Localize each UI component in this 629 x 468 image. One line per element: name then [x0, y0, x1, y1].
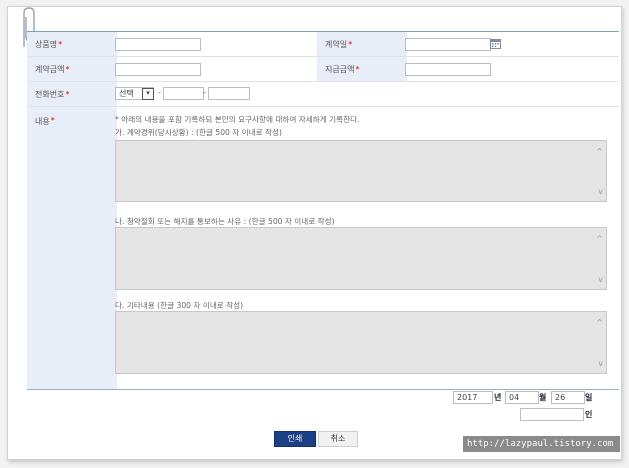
section-c-textarea[interactable]: ^ v	[115, 311, 607, 374]
phone-separator-1: -	[158, 88, 161, 97]
calendar-icon[interactable]	[490, 38, 501, 49]
phone-area-select[interactable]: 선택 ▾	[115, 87, 154, 100]
payment-amount-input[interactable]	[405, 63, 491, 76]
section-a-title: 가. 계약경위(당시상황) : (한글 500 자 이내로 작성)	[115, 128, 282, 137]
day-input[interactable]: 26	[551, 391, 585, 404]
content-instruction: * 아래의 내용을 포함 기록하되 본인의 요구사항에 대하여 자세하게 기록한…	[115, 115, 360, 124]
scroll-down-icon[interactable]: v	[598, 187, 603, 196]
day-label: 일	[585, 393, 593, 402]
phone-separator-2: -	[203, 88, 206, 97]
scroll-down-icon[interactable]: v	[598, 275, 603, 284]
scroll-up-icon[interactable]: ^	[596, 234, 603, 243]
phone-label: 전화번호 *	[27, 82, 117, 106]
content-label: 내용 *	[27, 107, 117, 389]
scroll-up-icon[interactable]: ^	[596, 318, 603, 327]
month-input[interactable]: 04	[505, 391, 539, 404]
section-a-textarea[interactable]: ^ v	[115, 140, 607, 202]
contract-date-label: 계약일 *	[317, 32, 407, 56]
phone-last-input[interactable]	[208, 87, 250, 100]
row-product-date: 상품명 * 계약일 *	[27, 32, 619, 57]
contract-date-input[interactable]	[405, 38, 491, 51]
phone-middle-input[interactable]	[163, 87, 204, 100]
contract-amount-label: 계약금액 *	[27, 57, 117, 81]
complaint-form: 상품명 * 계약일 * 계약금액 * 지급금액 * 전화번호 * 선택 ▾ - …	[27, 31, 619, 390]
scroll-down-icon[interactable]: v	[598, 359, 603, 368]
product-name-input[interactable]	[115, 38, 201, 51]
row-phone: 전화번호 * 선택 ▾ - -	[27, 82, 619, 107]
month-label: 월	[539, 393, 547, 402]
payment-amount-label: 지급금액 *	[317, 57, 407, 81]
section-b-title: 나. 청약철회 또는 해지를 통보하는 사유 : (한글 500 자 이내로 작…	[115, 217, 335, 226]
print-button[interactable]: 인쇄	[274, 431, 316, 447]
year-input[interactable]: 2017	[453, 391, 493, 404]
signer-name-input[interactable]	[520, 408, 584, 421]
cancel-button[interactable]: 취소	[318, 431, 358, 447]
scroll-up-icon[interactable]: ^	[596, 147, 603, 156]
contract-amount-input[interactable]	[115, 63, 201, 76]
section-b-textarea[interactable]: ^ v	[115, 227, 607, 290]
product-name-label: 상품명 *	[27, 32, 117, 56]
seal-label: 인	[585, 410, 593, 419]
section-c-title: 다. 기타내용 (한글 300 자 이내로 작성)	[115, 301, 244, 310]
year-label: 년	[494, 393, 502, 402]
blog-watermark: http://lazypaul.tistory.com	[463, 436, 620, 452]
row-content: 내용 * * 아래의 내용을 포함 기록하되 본인의 요구사항에 대하여 자세하게…	[27, 107, 619, 390]
chevron-down-icon[interactable]: ▾	[142, 87, 154, 100]
form-window: 상품명 * 계약일 * 계약금액 * 지급금액 * 전화번호 * 선택 ▾ - …	[7, 6, 622, 460]
row-amounts: 계약금액 * 지급금액 *	[27, 57, 619, 82]
phone-area-selected: 선택	[119, 89, 134, 98]
